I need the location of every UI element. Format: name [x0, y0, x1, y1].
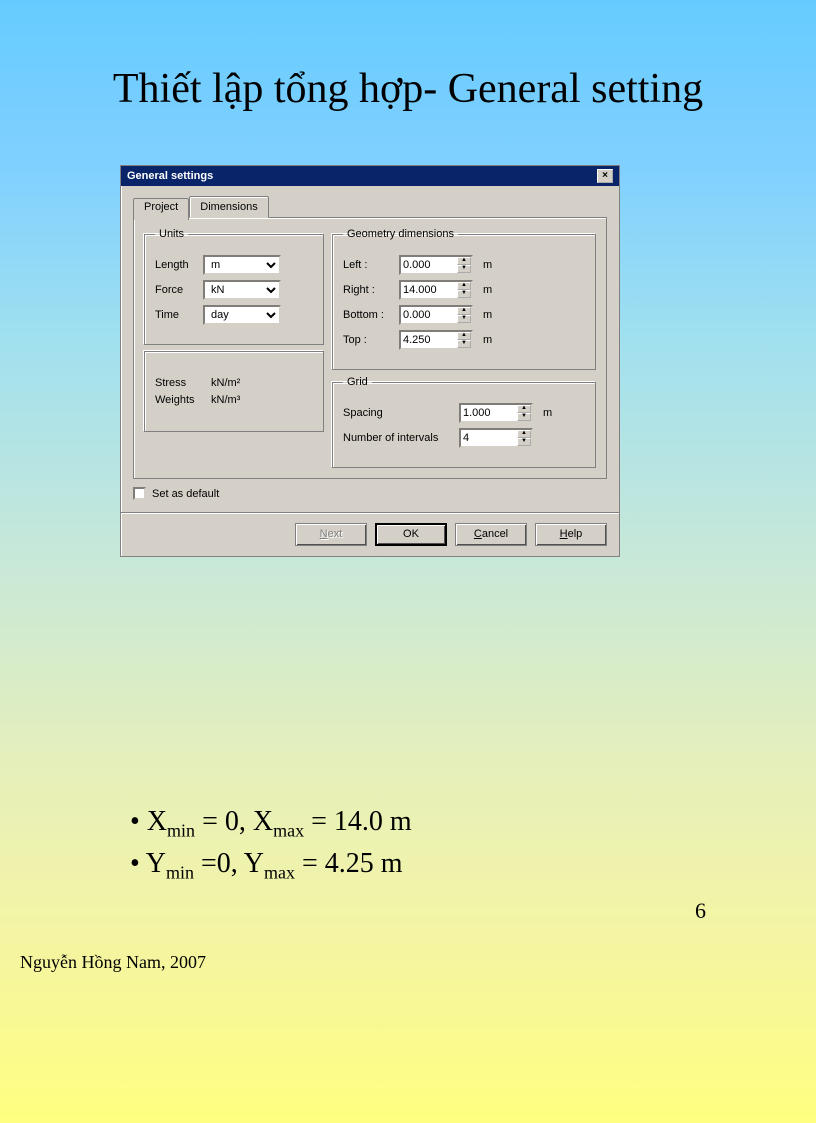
- arrow-down-icon[interactable]: ▼: [457, 265, 471, 273]
- time-select[interactable]: day: [203, 305, 281, 325]
- arrow-up-icon[interactable]: ▲: [517, 405, 531, 413]
- grid-group: Grid Spacing ▲▼ m Number of intervals ▲▼: [332, 376, 596, 468]
- left-input[interactable]: [399, 255, 457, 275]
- spacing-spinner[interactable]: ▲▼: [517, 403, 533, 423]
- bullet-2: Ymin =0, Ymax = 4.25 m: [130, 848, 412, 884]
- spacing-label: Spacing: [343, 407, 453, 419]
- top-label: Top :: [343, 334, 393, 346]
- arrow-down-icon[interactable]: ▼: [517, 413, 531, 421]
- bottom-input[interactable]: [399, 305, 457, 325]
- slide-title: Thiết lập tổng hợp- General setting: [0, 0, 816, 113]
- arrow-down-icon[interactable]: ▼: [457, 315, 471, 323]
- weights-label: Weights: [155, 394, 205, 406]
- right-unit: m: [483, 284, 492, 296]
- force-select[interactable]: kN: [203, 280, 281, 300]
- bottom-label: Bottom :: [343, 309, 393, 321]
- slide-bullets: Xmin = 0, Xmax = 14.0 m Ymin =0, Ymax = …: [130, 800, 412, 889]
- geometry-legend: Geometry dimensions: [343, 228, 458, 240]
- top-spinner[interactable]: ▲▼: [457, 330, 473, 350]
- dialog-title: General settings: [127, 170, 213, 182]
- spacing-unit: m: [543, 407, 552, 419]
- set-default-checkbox[interactable]: [133, 487, 146, 500]
- force-label: Force: [155, 284, 197, 296]
- arrow-up-icon[interactable]: ▲: [457, 257, 471, 265]
- arrow-down-icon[interactable]: ▼: [457, 290, 471, 298]
- set-default-row: Set as default: [133, 487, 607, 500]
- arrow-up-icon[interactable]: ▲: [457, 332, 471, 340]
- tab-project[interactable]: Project: [133, 198, 189, 220]
- tab-dimensions[interactable]: Dimensions: [189, 196, 268, 218]
- titlebar: General settings ×: [121, 166, 619, 186]
- next-button[interactable]: Next: [295, 523, 367, 546]
- dimensions-panel: Units Length m Force kN Time day: [133, 217, 607, 479]
- right-spinner[interactable]: ▲▼: [457, 280, 473, 300]
- right-input[interactable]: [399, 280, 457, 300]
- stress-value: kN/m²: [211, 377, 240, 389]
- close-icon[interactable]: ×: [597, 169, 613, 183]
- spacing-input[interactable]: [459, 403, 517, 423]
- top-input[interactable]: [399, 330, 457, 350]
- author-footer: Nguyễn Hồng Nam, 2007: [20, 952, 206, 973]
- page-number: 6: [695, 898, 706, 924]
- grid-legend: Grid: [343, 376, 372, 388]
- time-label: Time: [155, 309, 197, 321]
- left-label: Left :: [343, 259, 393, 271]
- units-legend: Units: [155, 228, 188, 240]
- dialog-footer: Next OK Cancel Help: [121, 512, 619, 556]
- length-label: Length: [155, 259, 197, 271]
- length-select[interactable]: m: [203, 255, 281, 275]
- bullet-1: Xmin = 0, Xmax = 14.0 m: [130, 806, 412, 842]
- intervals-spinner[interactable]: ▲▼: [517, 428, 533, 448]
- intervals-input[interactable]: [459, 428, 517, 448]
- left-spinner[interactable]: ▲▼: [457, 255, 473, 275]
- arrow-up-icon[interactable]: ▲: [457, 282, 471, 290]
- geometry-group: Geometry dimensions Left : ▲▼ m Right : …: [332, 228, 596, 370]
- arrow-up-icon[interactable]: ▲: [457, 307, 471, 315]
- ok-button[interactable]: OK: [375, 523, 447, 546]
- tab-strip: Project Dimensions: [133, 196, 607, 218]
- arrow-down-icon[interactable]: ▼: [457, 340, 471, 348]
- dialog-body: Project Dimensions Units Length m Force …: [121, 186, 619, 512]
- cancel-button[interactable]: Cancel: [455, 523, 527, 546]
- units-group: Units Length m Force kN Time day: [144, 228, 324, 345]
- stress-label: Stress: [155, 377, 205, 389]
- general-settings-dialog: General settings × Project Dimensions Un…: [120, 165, 620, 557]
- top-unit: m: [483, 334, 492, 346]
- help-button[interactable]: Help: [535, 523, 607, 546]
- left-unit: m: [483, 259, 492, 271]
- weights-value: kN/m³: [211, 394, 240, 406]
- derived-group: Stress kN/m² Weights kN/m³: [144, 351, 324, 432]
- bottom-unit: m: [483, 309, 492, 321]
- arrow-down-icon[interactable]: ▼: [517, 438, 531, 446]
- bottom-spinner[interactable]: ▲▼: [457, 305, 473, 325]
- arrow-up-icon[interactable]: ▲: [517, 430, 531, 438]
- set-default-label: Set as default: [152, 488, 219, 500]
- right-label: Right :: [343, 284, 393, 296]
- intervals-label: Number of intervals: [343, 432, 453, 444]
